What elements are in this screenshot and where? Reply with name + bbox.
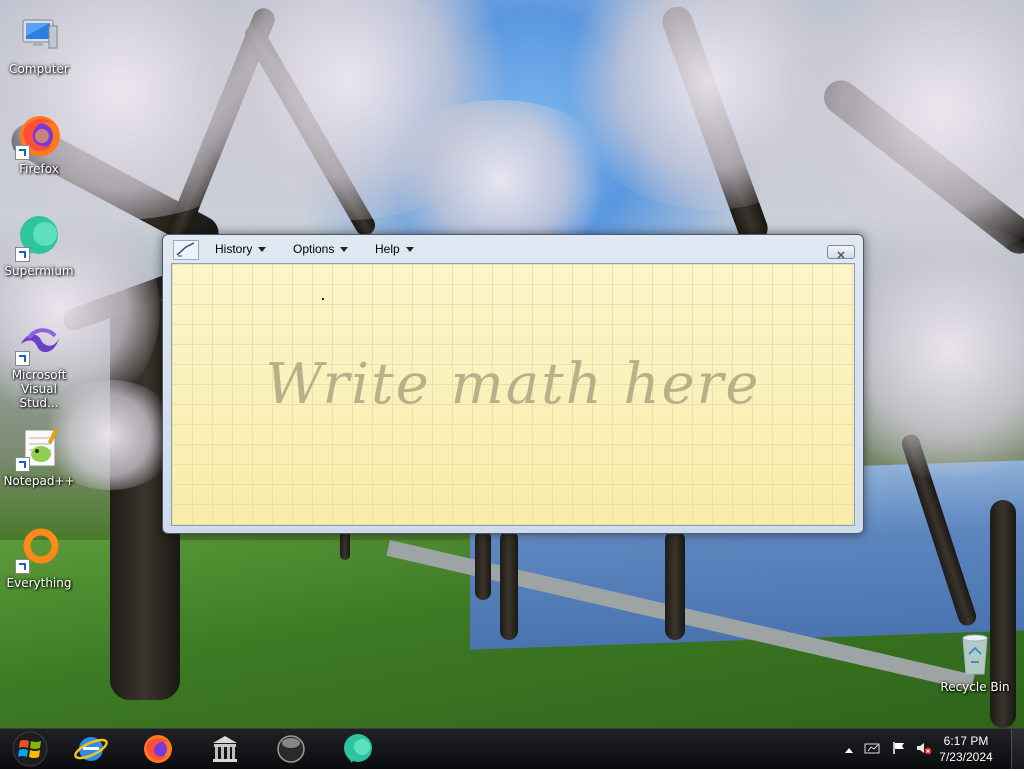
taskbar-internet-explorer[interactable] (63, 731, 119, 767)
desktop-icon-supermium[interactable]: Supermium (1, 214, 77, 278)
chevron-down-icon (405, 247, 414, 253)
close-button[interactable] (827, 245, 855, 259)
library-icon (213, 736, 237, 762)
taskbar-orb-app[interactable] (263, 731, 319, 767)
shortcut-arrow-icon (15, 247, 30, 262)
action-center-flag-icon[interactable] (892, 741, 906, 758)
everything-search-icon (15, 526, 63, 574)
menu-help-label: Help (375, 242, 400, 256)
shortcut-arrow-icon (15, 351, 30, 366)
shortcut-arrow-icon (15, 145, 30, 160)
menu-bar: History Options Help (163, 235, 863, 263)
desktop-icon-visual-studio[interactable]: Microsoft Visual Stud... (1, 318, 77, 410)
orb-app-icon (277, 735, 305, 763)
desktop-icon-label: Firefox (19, 162, 59, 176)
writing-area-hint: Write math here (265, 352, 761, 417)
wallpaper-blossoms (780, 0, 1024, 260)
wallpaper-tree-trunk (500, 530, 518, 640)
visual-studio-icon (15, 318, 63, 366)
menu-options[interactable]: Options (293, 242, 349, 256)
desktop-icon-everything[interactable]: Everything (1, 526, 77, 590)
network-icon[interactable] (864, 741, 882, 758)
desktop-icon-firefox[interactable]: Firefox (1, 112, 77, 176)
shortcut-arrow-icon (15, 457, 30, 472)
chevron-down-icon (340, 247, 349, 253)
menu-history[interactable]: History (215, 242, 267, 256)
windows-start-icon (12, 731, 48, 767)
wallpaper-tree-trunk (475, 530, 491, 600)
taskbar-library[interactable] (197, 731, 253, 767)
desktop-background: Computer Firefox Supermium Microsoft Vis… (0, 0, 1024, 728)
taskbar: 6:17 PM 7/23/2024 (0, 728, 1024, 769)
firefox-icon (15, 112, 63, 160)
menu-options-label: Options (293, 242, 335, 256)
desktop-icon-label: Everything (6, 576, 72, 590)
desktop-icon-label: Recycle Bin (940, 680, 1010, 694)
desktop-icon-label: Supermium (4, 264, 74, 278)
desktop-icon-label: Notepad++ (3, 474, 75, 488)
menu-help[interactable]: Help (375, 242, 414, 256)
shortcut-arrow-icon (15, 559, 30, 574)
supermium-icon (344, 734, 372, 763)
internet-explorer-icon (74, 737, 108, 761)
start-button[interactable] (6, 730, 54, 768)
computer-icon (15, 12, 63, 60)
desktop-icon-computer[interactable]: Computer (1, 12, 77, 76)
ink-stroke-dot (322, 298, 324, 300)
system-tray: 6:17 PM 7/23/2024 (824, 729, 1024, 769)
notepad-plus-plus-icon (15, 424, 63, 472)
wallpaper-tree-trunk (340, 530, 350, 560)
firefox-icon (144, 735, 172, 763)
close-icon (837, 251, 845, 259)
math-input-panel-window[interactable]: History Options Help Write math here (162, 234, 864, 534)
math-input-panel-app-icon[interactable] (173, 240, 199, 260)
taskbar-supermium[interactable] (330, 731, 386, 767)
wallpaper-tree-trunk (665, 530, 685, 640)
recycle-bin-icon (951, 630, 999, 678)
chevron-down-icon (258, 247, 267, 253)
math-writing-area[interactable]: Write math here (171, 263, 855, 526)
clock-date: 7/23/2024 (939, 750, 993, 764)
desktop-icon-label: Microsoft Visual Stud... (11, 368, 67, 410)
supermium-icon (15, 214, 63, 262)
taskbar-firefox[interactable] (130, 731, 186, 767)
clock-time: 6:17 PM (943, 734, 989, 748)
show-desktop-button[interactable] (1011, 729, 1024, 769)
menu-history-label: History (215, 242, 253, 256)
desktop-icon-label: Computer (9, 62, 69, 76)
show-hidden-icons-chevron[interactable] (844, 743, 854, 757)
desktop-icon-notepad-plus-plus[interactable]: Notepad++ (1, 424, 77, 488)
taskbar-clock[interactable]: 6:17 PM 7/23/2024 (926, 733, 1006, 765)
desktop-icon-recycle-bin[interactable]: Recycle Bin (937, 630, 1013, 694)
